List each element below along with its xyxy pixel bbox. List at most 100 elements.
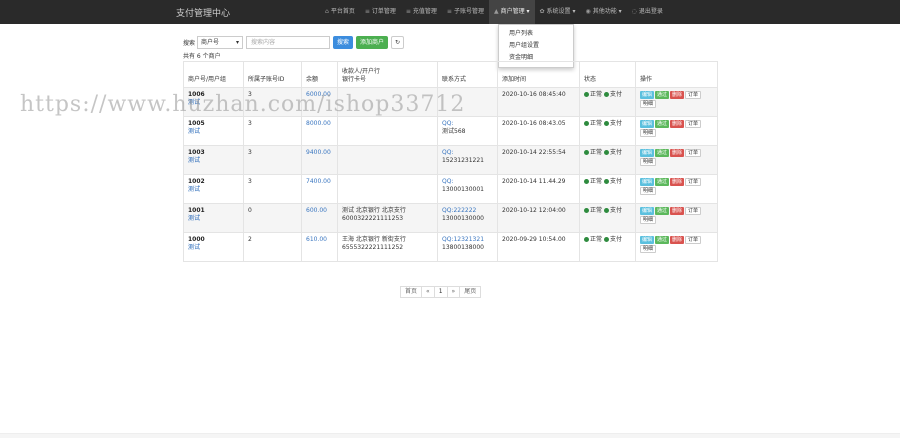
orders-button[interactable]: 订单 (685, 91, 702, 99)
user-icon: ▲ (493, 8, 499, 15)
contact-phone: 13000130001 (442, 186, 484, 193)
balance-link[interactable]: 610.00 (306, 236, 327, 243)
table-row: 1005 测试 3 8000.00 QQ: 测试568 2020-10-16 08:43.0… (183, 116, 718, 146)
check-circle-icon (584, 237, 589, 242)
page-footer (0, 433, 900, 438)
edit-button[interactable]: 编辑 (640, 178, 655, 186)
merchant-group-link[interactable]: 测试 (188, 128, 239, 136)
merchant-id: 1005 (188, 120, 205, 127)
merchant-group-link[interactable]: 测试 (188, 157, 239, 165)
approve-button[interactable]: 通过 (655, 120, 670, 128)
status-pay: 支付 (609, 91, 622, 98)
cell-sub-account: 3 (243, 174, 302, 204)
page-link-4[interactable]: 尾页 (459, 286, 482, 298)
page-link-2[interactable]: 1 (433, 286, 448, 298)
nav-item-6[interactable]: ◉ 其他功能 ▾ (580, 0, 626, 24)
dropdown-item-0[interactable]: 用户列表 (499, 28, 573, 40)
dropdown-item-1[interactable]: 用户组设置 (499, 40, 573, 52)
cell-merchant: 1002 测试 (183, 174, 244, 204)
delete-button[interactable]: 删除 (670, 207, 685, 215)
cell-sub-account: 3 (243, 116, 302, 146)
check-circle-icon (584, 179, 589, 184)
edit-button[interactable]: 编辑 (640, 207, 655, 215)
nav-item-label: 其他功能 ▾ (592, 8, 622, 15)
orders-button[interactable]: 订单 (685, 149, 702, 157)
delete-button[interactable]: 删除 (670, 149, 685, 157)
details-button[interactable]: 明细 (640, 216, 657, 224)
delete-button[interactable]: 删除 (670, 178, 685, 186)
orders-button[interactable]: 订单 (685, 120, 702, 128)
page-link-3[interactable]: » (446, 286, 461, 298)
nav-item-7[interactable]: ◌ 退出登录 (627, 0, 668, 24)
search-input[interactable]: 搜索内容 (246, 35, 331, 49)
cell-contact: QQ:222222 13000130000 (437, 203, 498, 233)
merchant-group-link[interactable]: 测试 (188, 215, 239, 223)
nav-item-3[interactable]: ≡ 子账号管理 (442, 0, 489, 24)
approve-button[interactable]: 通过 (655, 91, 670, 99)
details-button[interactable]: 明细 (640, 187, 657, 195)
status-normal: 正常 (590, 207, 603, 214)
add-merchant-button[interactable]: 添加商户 (356, 35, 389, 49)
gear-icon: ✿ (539, 8, 545, 15)
delete-button[interactable]: 删除 (670, 91, 685, 99)
orders-button[interactable]: 订单 (685, 236, 702, 244)
contact-qq: QQ: (442, 149, 454, 156)
page-link-1[interactable]: « (421, 286, 435, 298)
table-row: 1003 测试 3 9400.00 QQ: 15231231221 2020-10-14 2… (183, 145, 718, 175)
edit-button[interactable]: 编辑 (640, 91, 655, 99)
balance-link[interactable]: 7400.00 (306, 178, 331, 185)
cell-time: 2020-10-16 08:43.05 (497, 116, 580, 146)
search-field-select[interactable]: 商户号 ▾ (197, 35, 244, 49)
details-button[interactable]: 明细 (640, 129, 657, 137)
cell-actions: 编辑 通过 删除 订单明细 (635, 145, 718, 175)
action-buttons: 编辑 通过 删除 订单明细 (640, 207, 713, 224)
refresh-icon[interactable]: ↻ (391, 35, 405, 49)
cell-status: 正常 支付 (579, 145, 636, 175)
contact-qq: QQ:222222 (442, 207, 477, 214)
edit-button[interactable]: 编辑 (640, 236, 655, 244)
balance-link[interactable]: 9400.00 (306, 149, 331, 156)
approve-button[interactable]: 通过 (655, 178, 670, 186)
edit-button[interactable]: 编辑 (640, 120, 655, 128)
delete-button[interactable]: 删除 (670, 236, 685, 244)
contact-phone: 13000130000 (442, 215, 484, 222)
nav-item-1[interactable]: ≡ 订单管理 (360, 0, 401, 24)
cell-time: 2020-10-14 11.44.29 (497, 174, 580, 204)
nav-item-2[interactable]: ≡ 充值管理 (401, 0, 442, 24)
column-header: 收款人/开户行 银行卡号 (337, 61, 438, 88)
merchant-group-link[interactable]: 测试 (188, 186, 239, 194)
orders-button[interactable]: 订单 (685, 178, 702, 186)
cell-contact: QQ: 13000130001 (437, 174, 498, 204)
pagination: 首页 «1» 尾页 (400, 286, 482, 298)
action-buttons: 编辑 通过 删除 订单明细 (640, 120, 713, 137)
nav-item-0[interactable]: ⌂ 平台首页 (320, 0, 360, 24)
cell-merchant: 1005 测试 (183, 116, 244, 146)
status-pay: 支付 (609, 207, 622, 214)
column-header: 商户号/用户组 (183, 61, 244, 88)
table-row: 1001 测试 0 600.00 测试 北京银行 北京支行 60003222211112… (183, 203, 718, 233)
details-button[interactable]: 明细 (640, 158, 657, 166)
cell-time: 2020-10-12 12:04:00 (497, 203, 580, 233)
page-link-0[interactable]: 首页 (400, 286, 423, 298)
contact-phone: 13800138000 (442, 244, 484, 251)
nav-item-4[interactable]: ▲ 商户管理 ▾ (488, 0, 535, 24)
contact-qq: QQ: (442, 178, 454, 185)
approve-button[interactable]: 通过 (655, 207, 670, 215)
details-button[interactable]: 明细 (640, 245, 657, 253)
delete-button[interactable]: 删除 (670, 120, 685, 128)
approve-button[interactable]: 通过 (655, 236, 670, 244)
balance-link[interactable]: 600.00 (306, 207, 327, 214)
edit-button[interactable]: 编辑 (640, 149, 655, 157)
merchant-group-link[interactable]: 测试 (188, 244, 239, 252)
balance-link[interactable]: 8000.00 (306, 120, 331, 127)
action-buttons: 编辑 通过 删除 订单明细 (640, 149, 713, 166)
nav-item-5[interactable]: ✿ 系统设置 ▾ (535, 0, 581, 24)
details-button[interactable]: 明细 (640, 100, 657, 108)
search-button[interactable]: 搜索 (333, 35, 354, 49)
merchant-id: 1002 (188, 178, 205, 185)
list-icon: ≡ (446, 8, 452, 15)
approve-button[interactable]: 通过 (655, 149, 670, 157)
cell-balance: 610.00 (301, 232, 338, 262)
cell-balance: 8000.00 (301, 116, 338, 146)
orders-button[interactable]: 订单 (685, 207, 702, 215)
